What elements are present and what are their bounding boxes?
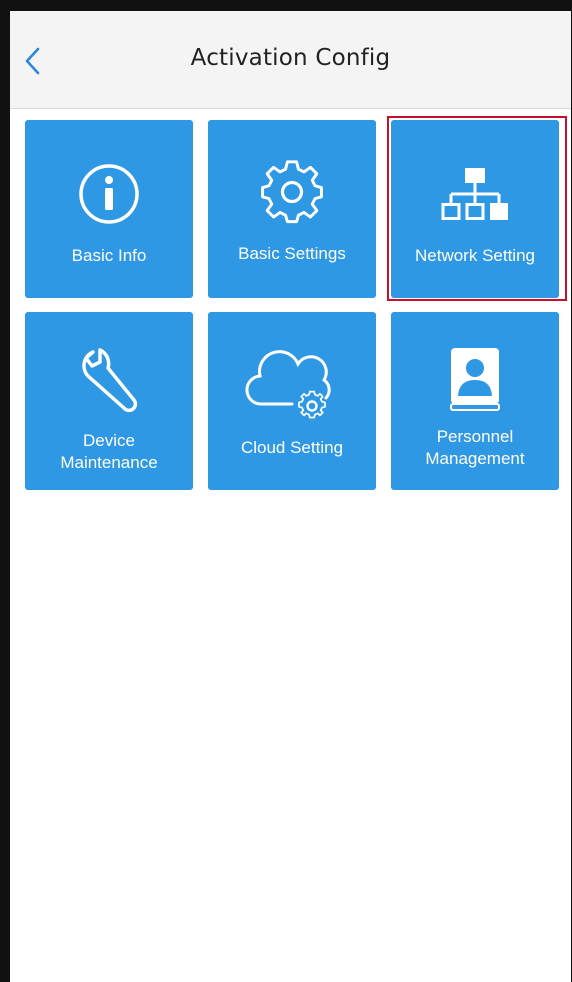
cloud-gear-icon [208,342,376,422]
tile-label-line1: Device [83,431,135,450]
info-icon [25,162,193,226]
tile-label: Basic Settings [238,244,346,263]
tile-label-line2: Management [425,449,525,468]
network-icon [391,166,559,222]
tile-label: Cloud Setting [240,438,344,457]
cloud-setting-tile[interactable]: Cloud Setting [208,312,376,490]
contact-book-icon [391,346,559,412]
tile-label-line1: Personnel [436,427,514,446]
personnel-management-tile[interactable]: Personnel Management [391,312,559,490]
tile-label: Network Setting [415,246,535,265]
header-bar: Activation Config [10,11,571,109]
gear-icon [208,158,376,226]
tile-label: Device Maintenance [29,430,189,474]
app-screen: Activation Config Basic Info Basic Setti… [0,0,572,982]
page-title: Activation Config [190,45,391,71]
tile-label: Personnel Management [395,426,555,470]
tile-label-line2: Maintenance [60,453,158,472]
wrench-icon [25,344,193,414]
tile-label: Basic Info [71,246,147,265]
basic-info-tile[interactable]: Basic Info [25,120,193,298]
basic-settings-tile[interactable]: Basic Settings [208,120,376,298]
network-setting-tile[interactable]: Network Setting [391,120,559,298]
device-maintenance-tile[interactable]: Device Maintenance [25,312,193,490]
